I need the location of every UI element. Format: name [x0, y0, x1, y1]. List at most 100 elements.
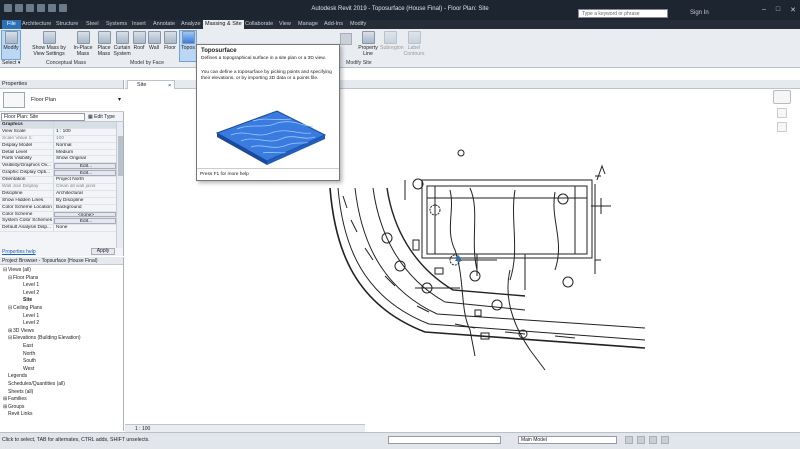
subregion-button[interactable]: Subregion	[380, 31, 404, 51]
show-mass-button[interactable]: Show Mass by View Settings	[30, 31, 68, 57]
property-value[interactable]: None	[54, 225, 116, 231]
property-value[interactable]: Clean all wall joins	[54, 184, 116, 190]
graded-region-icon[interactable]	[340, 33, 352, 45]
property-edit-button[interactable]: Edit...	[54, 170, 116, 177]
apply-button[interactable]: Apply	[91, 248, 115, 255]
property-value[interactable]: Project North	[54, 177, 116, 183]
browser-node[interactable]: ⊟Floor Plans	[8, 275, 38, 281]
property-edit-button[interactable]: Edit...	[54, 163, 116, 170]
browser-node-label: Families	[8, 396, 27, 403]
browser-node[interactable]: West	[18, 366, 34, 372]
browser-node[interactable]: ⊞Families	[3, 396, 27, 402]
browser-node[interactable]: Level 2	[18, 320, 39, 326]
select-links-icon[interactable]	[637, 436, 645, 444]
browser-node[interactable]: East	[18, 343, 33, 349]
select-pinned-icon[interactable]	[649, 436, 657, 444]
property-edit-button[interactable]: <none>	[54, 211, 116, 218]
browser-node-label: South	[23, 358, 37, 365]
browser-node[interactable]: ⊞3D Views	[8, 328, 34, 334]
property-line-button[interactable]: Property Line	[356, 31, 380, 57]
scroll-thumb[interactable]	[118, 136, 123, 176]
property-value[interactable]: 100	[54, 136, 116, 142]
view-control-bar: 1 : 100	[125, 424, 365, 432]
tab-analyze[interactable]: Analyze	[179, 20, 203, 29]
browser-node[interactable]: Revit Links	[3, 411, 32, 417]
property-value[interactable]: By Discipline	[54, 198, 116, 204]
tab-modify[interactable]: Modify	[348, 20, 368, 29]
browser-node[interactable]: ⊟Ceiling Plans	[8, 305, 42, 311]
select-dropdown[interactable]: Select ▾	[2, 60, 20, 66]
maximize-icon[interactable]: □	[776, 6, 780, 14]
browser-node[interactable]: Legends	[3, 373, 27, 379]
close-icon[interactable]: ✕	[790, 6, 796, 14]
tab-collaborate[interactable]: Collaborate	[243, 20, 275, 29]
instance-filter-select[interactable]: Floor Plan: Site	[1, 113, 85, 121]
toposurface-button[interactable]: Topos	[179, 30, 197, 62]
roof-button[interactable]: Roof	[133, 31, 146, 51]
browser-node[interactable]: Sheets (all)	[3, 389, 33, 395]
property-value[interactable]: Architectural	[54, 191, 116, 197]
model-select[interactable]: Main Model	[518, 436, 617, 444]
close-icon[interactable]: ×	[168, 82, 171, 90]
property-name: Parts Visibility	[0, 156, 54, 163]
zoom-icon[interactable]	[777, 122, 787, 132]
filter-icon[interactable]	[625, 436, 633, 444]
drag-elements-icon[interactable]	[661, 436, 669, 444]
floor-button[interactable]: Floor	[163, 31, 177, 51]
browser-node[interactable]: North	[18, 351, 35, 357]
tab-manage[interactable]: Manage	[296, 20, 320, 29]
tab-view[interactable]: View	[277, 20, 293, 29]
tab-massing-site[interactable]: Massing & Site	[203, 20, 244, 29]
browser-node[interactable]: ⊟Elevations (Building Elevation)	[8, 335, 81, 341]
property-name: Graphics	[0, 122, 54, 128]
property-name: Default Analysis Disp...	[0, 225, 54, 232]
property-value[interactable]: 1 : 100	[54, 129, 116, 135]
tab-systems[interactable]: Systems	[104, 20, 129, 29]
property-value[interactable]: Medium	[54, 150, 116, 156]
browser-node[interactable]: Level 1	[18, 282, 39, 288]
wall-button[interactable]: Wall	[148, 31, 161, 51]
sign-in-link[interactable]: Sign In	[690, 10, 709, 16]
place-mass-button[interactable]: Place Mass	[95, 31, 113, 57]
label-contours-button[interactable]: Label Contours	[403, 31, 425, 57]
tab-site[interactable]: Site ×	[127, 80, 175, 89]
workset-select[interactable]	[388, 436, 501, 444]
browser-node[interactable]: Level 2	[18, 290, 39, 296]
chevron-down-icon[interactable]: ▾	[118, 96, 121, 103]
viewcube-icon[interactable]	[773, 90, 791, 104]
tab-architecture[interactable]: Architecture	[20, 20, 53, 29]
tab-add-ins[interactable]: Add-Ins	[322, 20, 345, 29]
browser-node-label: West	[23, 365, 35, 372]
browser-node[interactable]: ⊟Views (all)	[3, 267, 31, 273]
browser-node[interactable]: South	[18, 358, 36, 364]
search-input[interactable]: Type a keyword or phrase	[578, 9, 668, 18]
browser-node[interactable]: Level 1	[18, 313, 39, 319]
browser-node-label: Ceiling Plans	[13, 305, 43, 311]
tab-file[interactable]: File	[2, 20, 21, 29]
browser-node[interactable]: Schedules/Quantities (all)	[3, 381, 65, 387]
modify-button[interactable]: Modify	[1, 30, 21, 60]
minimize-icon[interactable]: –	[762, 6, 766, 14]
tab-insert[interactable]: Insert	[130, 20, 148, 29]
properties-help-link[interactable]: Properties help	[2, 249, 36, 255]
tab-steel[interactable]: Steel	[84, 20, 101, 29]
tab-structure[interactable]: Structure	[54, 20, 80, 29]
browser-node-label: Level 2	[23, 289, 40, 296]
property-edit-button[interactable]: Edit...	[54, 218, 116, 225]
browser-node[interactable]: Site	[18, 297, 32, 303]
browser-node-label: Schedules/Quantities (all)	[8, 381, 65, 387]
property-value[interactable]: Show Original	[54, 156, 116, 162]
edit-type-button[interactable]: ▦ Edit Type	[88, 113, 115, 121]
properties-scrollbar[interactable]	[116, 122, 123, 248]
tab-annotate[interactable]: Annotate	[151, 20, 177, 29]
browser-node-label: 3D Views	[13, 327, 35, 334]
property-value[interactable]: Normal	[54, 143, 116, 149]
inplace-mass-button[interactable]: In-Place Mass	[72, 31, 94, 57]
property-line-icon	[361, 31, 375, 44]
browser-node-label: Site	[23, 297, 33, 304]
steering-wheel-icon[interactable]	[777, 108, 787, 118]
curtain-system-button[interactable]: Curtain System	[113, 31, 131, 57]
browser-node[interactable]: ⊞Groups	[3, 404, 24, 410]
property-value[interactable]: Background	[54, 205, 116, 211]
type-selector[interactable]: Floor Plan ▾	[0, 89, 124, 112]
